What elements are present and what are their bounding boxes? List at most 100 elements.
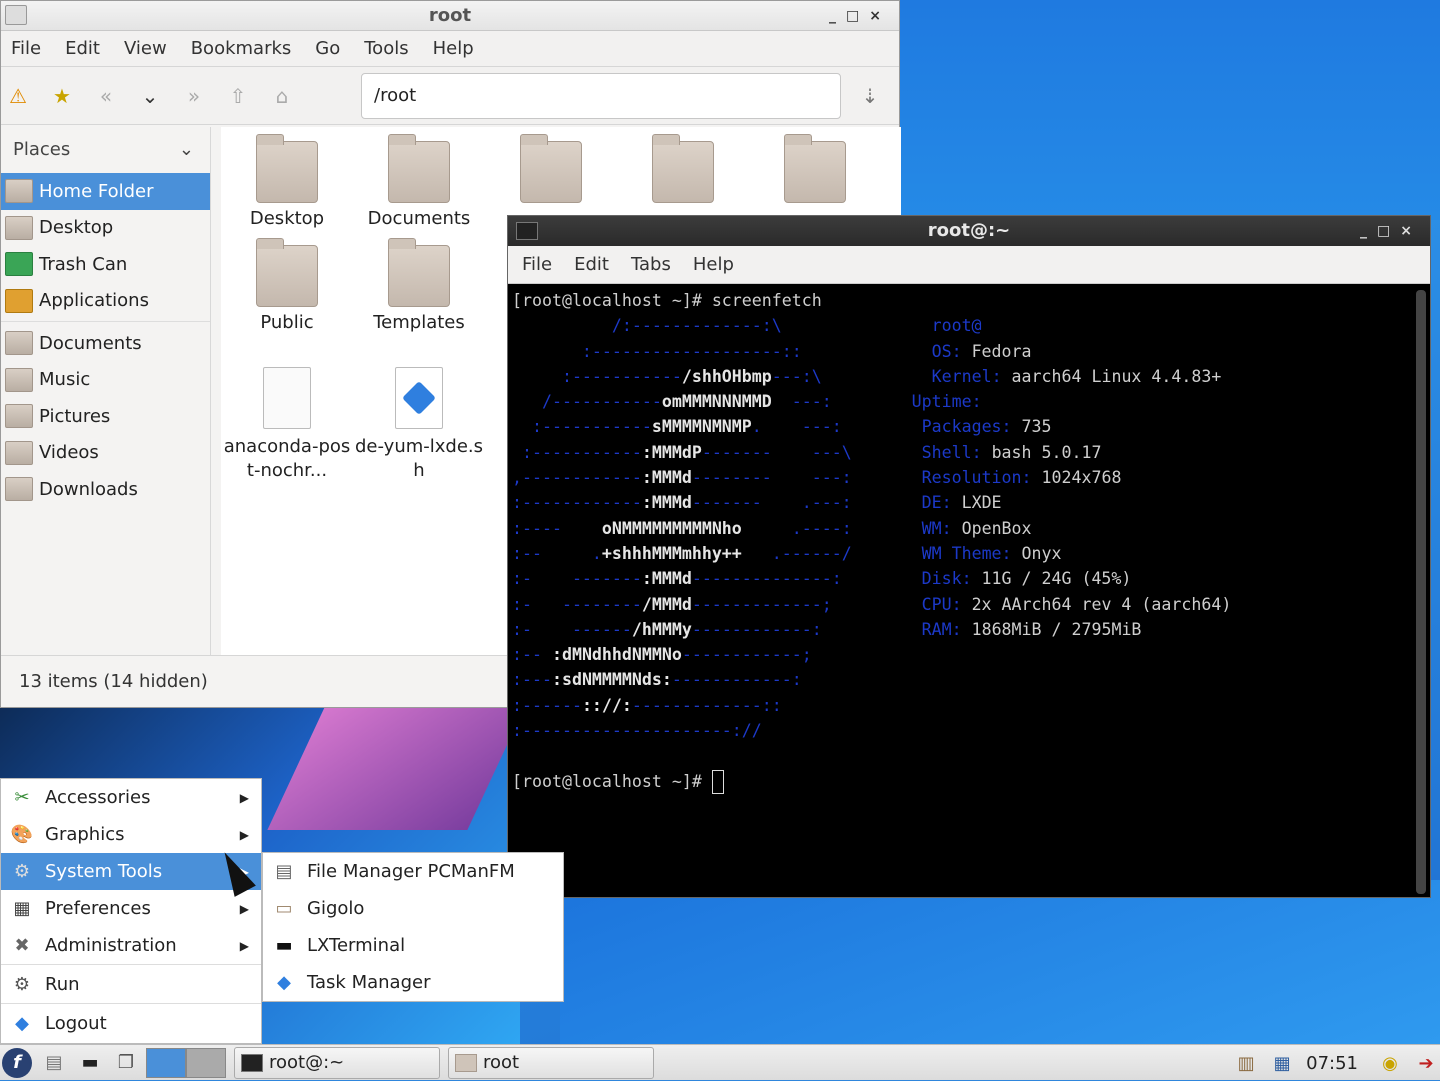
menu-item-logout[interactable]: ◆ Logout [1, 1005, 261, 1042]
workspace-1[interactable] [146, 1047, 186, 1078]
file-manager-titlebar[interactable]: root _□× [1, 1, 899, 31]
menu-edit[interactable]: Edit [65, 38, 100, 59]
sidebar-item-label: Music [39, 369, 91, 391]
file-item[interactable] [485, 127, 617, 207]
downloads-folder-icon [520, 134, 582, 203]
menu-file[interactable]: File [11, 38, 41, 59]
menu-view[interactable]: View [124, 38, 167, 59]
command: screenfetch [711, 291, 822, 310]
places-header[interactable]: Places ⌄ [1, 127, 210, 173]
task-file-manager[interactable]: root [448, 1046, 654, 1079]
menu-item-accessories[interactable]: ✂ Accessories ▶ [1, 779, 261, 816]
menu-item-preferences[interactable]: ▦ Preferences ▶ [1, 890, 261, 927]
folder-window-icon [5, 5, 27, 25]
address-bar[interactable]: /root [361, 73, 841, 119]
file-item[interactable]: anaconda-post-nochr... [221, 355, 353, 483]
file-item[interactable]: Documents [353, 127, 485, 231]
sidebar-item-music[interactable]: Music [1, 362, 210, 399]
network-icon[interactable]: ▦ [1268, 1050, 1296, 1076]
menu-file[interactable]: File [522, 254, 552, 275]
terminal-titlebar[interactable]: root@:~ _□× [508, 216, 1430, 246]
back-icon[interactable]: « [93, 83, 119, 109]
sidebar-item-pictures[interactable]: Pictures [1, 398, 210, 435]
submenu-arrow-icon: ▶ [239, 901, 249, 916]
menu-item-file-manager[interactable]: ▤ File Manager PCManFM [263, 853, 563, 890]
workspace-2[interactable] [186, 1047, 226, 1078]
menu-item-graphics[interactable]: 🎨 Graphics ▶ [1, 816, 261, 853]
submenu-arrow-icon: ▶ [239, 790, 249, 805]
sidebar-item-videos[interactable]: Videos [1, 435, 210, 472]
menu-item-label: Logout [45, 1013, 107, 1034]
info-value: 735 [1011, 417, 1052, 437]
screensaver-icon[interactable]: ◉ [1376, 1050, 1404, 1076]
info-key: Packages: [921, 417, 1012, 437]
menu-item-label: LXTerminal [307, 935, 406, 956]
close-icon[interactable]: × [869, 8, 891, 24]
trash-icon [5, 252, 33, 277]
forward-icon[interactable]: » [181, 83, 207, 109]
folder-icon [388, 134, 450, 203]
info-key: OS: [931, 341, 962, 361]
menu-tools[interactable]: Tools [364, 38, 408, 59]
menu-item-lxterminal[interactable]: ▬ LXTerminal [263, 927, 563, 964]
file-name: de-yum-lxde.sh [354, 436, 484, 481]
folder-icon [256, 134, 318, 203]
sidebar-item-applications[interactable]: Applications [1, 283, 210, 320]
terminal-launcher-icon[interactable]: ▬ [76, 1050, 104, 1076]
task-label: root@:~ [269, 1052, 345, 1073]
file-item[interactable]: Templates [353, 231, 485, 335]
info-value: aarch64 Linux 4.4.83+ [1001, 366, 1222, 386]
sidebar-item-home[interactable]: Home Folder [1, 173, 210, 210]
close-icon[interactable]: × [1400, 223, 1422, 239]
file-item[interactable] [749, 127, 881, 207]
sidebar-item-label: Trash Can [39, 253, 128, 275]
menu-tabs[interactable]: Tabs [631, 254, 671, 275]
menu-item-label: System Tools [45, 861, 163, 882]
sidebar-item-desktop[interactable]: Desktop [1, 210, 210, 247]
home-icon[interactable]: ⌂ [269, 83, 295, 109]
minimize-icon[interactable]: _ [829, 8, 846, 24]
menu-item-gigolo[interactable]: ▭ Gigolo [263, 890, 563, 927]
sidebar-item-downloads[interactable]: Downloads [1, 471, 210, 508]
minimize-icon[interactable]: _ [1360, 223, 1377, 239]
menu-item-run[interactable]: ⚙ Run [1, 966, 261, 1003]
menu-bookmarks[interactable]: Bookmarks [191, 38, 292, 59]
workspace-pager[interactable] [146, 1047, 226, 1078]
menu-help[interactable]: Help [693, 254, 734, 275]
sidebar-item-trash[interactable]: Trash Can [1, 246, 210, 283]
menu-item-administration[interactable]: ✖ Administration ▶ [1, 927, 261, 964]
chevron-down-icon[interactable]: ⌄ [179, 127, 194, 173]
window-controls[interactable]: _□× [829, 1, 891, 31]
sidebar-item-documents[interactable]: Documents [1, 325, 210, 362]
file-item[interactable]: de-yum-lxde.sh [353, 355, 485, 483]
terminal-window: root@:~ _□× File Edit Tabs Help [root@lo… [507, 215, 1431, 898]
text-cursor [711, 770, 724, 795]
menu-go[interactable]: Go [315, 38, 340, 59]
info-value: Fedora [961, 341, 1032, 361]
terminal-output[interactable]: [root@localhost ~]# screenfetch /:------… [512, 288, 1412, 894]
places-label: Places [13, 139, 71, 160]
logout-icon[interactable]: ➔ [1412, 1050, 1440, 1076]
file-name: Desktop [249, 208, 325, 229]
terminal-scrollbar[interactable] [1416, 290, 1426, 894]
maximize-icon[interactable]: □ [846, 8, 869, 24]
menu-edit[interactable]: Edit [574, 254, 609, 275]
new-tab-icon[interactable]: ★ [49, 83, 75, 109]
go-icon[interactable]: ⇣ [857, 83, 883, 109]
file-item[interactable]: Desktop [221, 127, 353, 231]
file-item[interactable] [617, 127, 749, 207]
window-controls[interactable]: _□× [1360, 216, 1422, 246]
info-key: WM Theme: [921, 543, 1012, 563]
task-terminal[interactable]: root@:~ [234, 1046, 440, 1079]
file-manager-launcher-icon[interactable]: ▤ [40, 1050, 68, 1076]
show-desktop-icon[interactable]: ❐ [112, 1050, 140, 1076]
clipboard-icon[interactable]: ▥ [1232, 1050, 1260, 1076]
fedora-menu-icon[interactable]: f [2, 1047, 32, 1078]
up-icon[interactable]: ⇧ [225, 83, 251, 109]
file-item[interactable]: Public [221, 231, 353, 335]
menu-help[interactable]: Help [433, 38, 474, 59]
clock[interactable]: 07:51 [1306, 1053, 1358, 1074]
menu-item-task-manager[interactable]: ◆ Task Manager [263, 964, 563, 1001]
chevron-down-icon[interactable]: ⌄ [137, 83, 163, 109]
maximize-icon[interactable]: □ [1377, 223, 1400, 239]
